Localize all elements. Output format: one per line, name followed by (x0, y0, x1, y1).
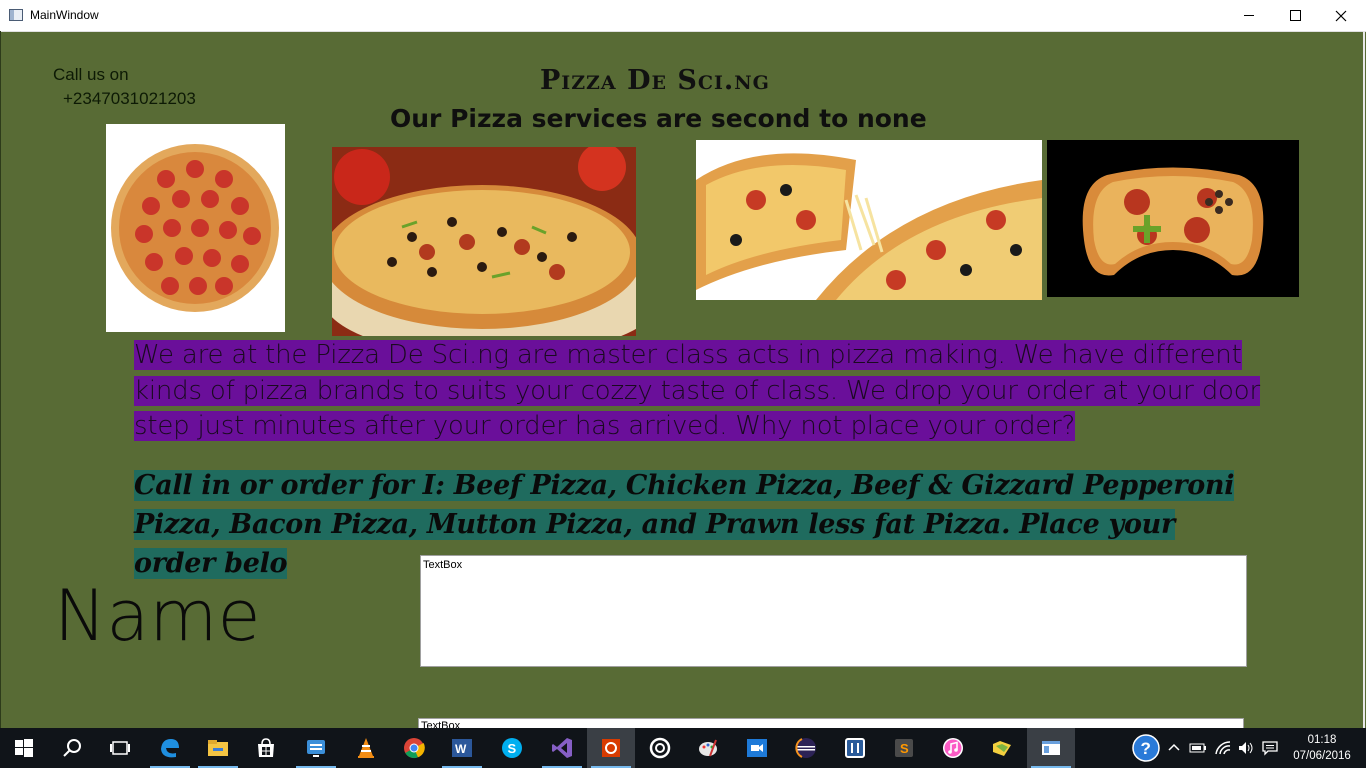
cheese-pull-pizza-image (696, 140, 1042, 300)
taskbar: W S S ? 01:18 07/06/2016 (0, 728, 1366, 768)
window-titlebar: MainWindow (0, 0, 1366, 32)
eclipse-icon[interactable] (782, 728, 830, 768)
about-text: We are at the Pizza De Sci.ng are master… (134, 340, 1260, 441)
word-icon[interactable]: W (438, 728, 486, 768)
file-explorer-icon[interactable] (194, 728, 242, 768)
about-paragraph: We are at the Pizza De Sci.ng are master… (134, 338, 1294, 445)
clock-time: 01:18 (1307, 734, 1337, 746)
pepperoni-pizza-image (106, 124, 285, 332)
sublime-text-icon[interactable]: S (880, 728, 928, 768)
wifi-icon[interactable] (1211, 728, 1235, 768)
task-view-icon[interactable] (96, 728, 144, 768)
minimize-button[interactable] (1226, 0, 1272, 31)
contact-label: Call us on (53, 65, 129, 84)
clock-date: 07/06/2016 (1293, 750, 1351, 762)
skype-icon[interactable]: S (488, 728, 536, 768)
app-circle-icon[interactable] (636, 728, 684, 768)
supreme-pizza-image (332, 147, 636, 336)
close-icon (1335, 10, 1347, 21)
close-button[interactable] (1318, 0, 1364, 31)
svg-text:?: ? (1141, 739, 1151, 758)
svg-text:S: S (900, 741, 909, 756)
video-call-icon[interactable] (733, 728, 781, 768)
edge-icon[interactable] (146, 728, 194, 768)
mainwindow-app-icon[interactable] (1027, 728, 1075, 768)
name-label: Name (54, 575, 261, 657)
taskbar-clock[interactable]: 01:18 07/06/2016 (1282, 732, 1362, 764)
tagline: Our Pizza services are second to none (390, 104, 927, 133)
search-icon[interactable] (48, 728, 96, 768)
window-border-right (1363, 31, 1365, 731)
battery-icon[interactable] (1187, 728, 1209, 768)
visual-studio-icon[interactable] (538, 728, 586, 768)
maximize-button[interactable] (1272, 0, 1318, 31)
office-app-icon[interactable] (587, 728, 635, 768)
contact-phone: +2347031021203 (63, 89, 196, 108)
bracket-app-icon[interactable] (831, 728, 879, 768)
pizza-gamepad-image (1047, 140, 1299, 297)
chevron-up-icon[interactable] (1165, 728, 1183, 768)
chrome-icon[interactable] (390, 728, 438, 768)
brand-title: Pizza De Sci.ng (540, 65, 770, 96)
app-window-icon (9, 9, 23, 21)
itunes-icon[interactable] (929, 728, 977, 768)
notification-icon[interactable] (1259, 728, 1281, 768)
help-icon[interactable]: ? (1129, 728, 1163, 768)
paint-icon[interactable] (684, 728, 732, 768)
svg-text:W: W (455, 742, 467, 756)
store-icon[interactable] (242, 728, 290, 768)
windows-start-icon[interactable] (0, 728, 48, 768)
folder-app-icon[interactable] (978, 728, 1026, 768)
network-app-icon[interactable] (292, 728, 340, 768)
name-textbox[interactable]: TextBox (420, 555, 1247, 667)
volume-icon[interactable] (1235, 728, 1257, 768)
contact-block: Call us on +2347031021203 (53, 63, 196, 111)
window-border-left (0, 31, 1, 731)
vlc-icon[interactable] (342, 728, 390, 768)
window-title: MainWindow (30, 8, 99, 22)
svg-text:S: S (508, 741, 517, 756)
